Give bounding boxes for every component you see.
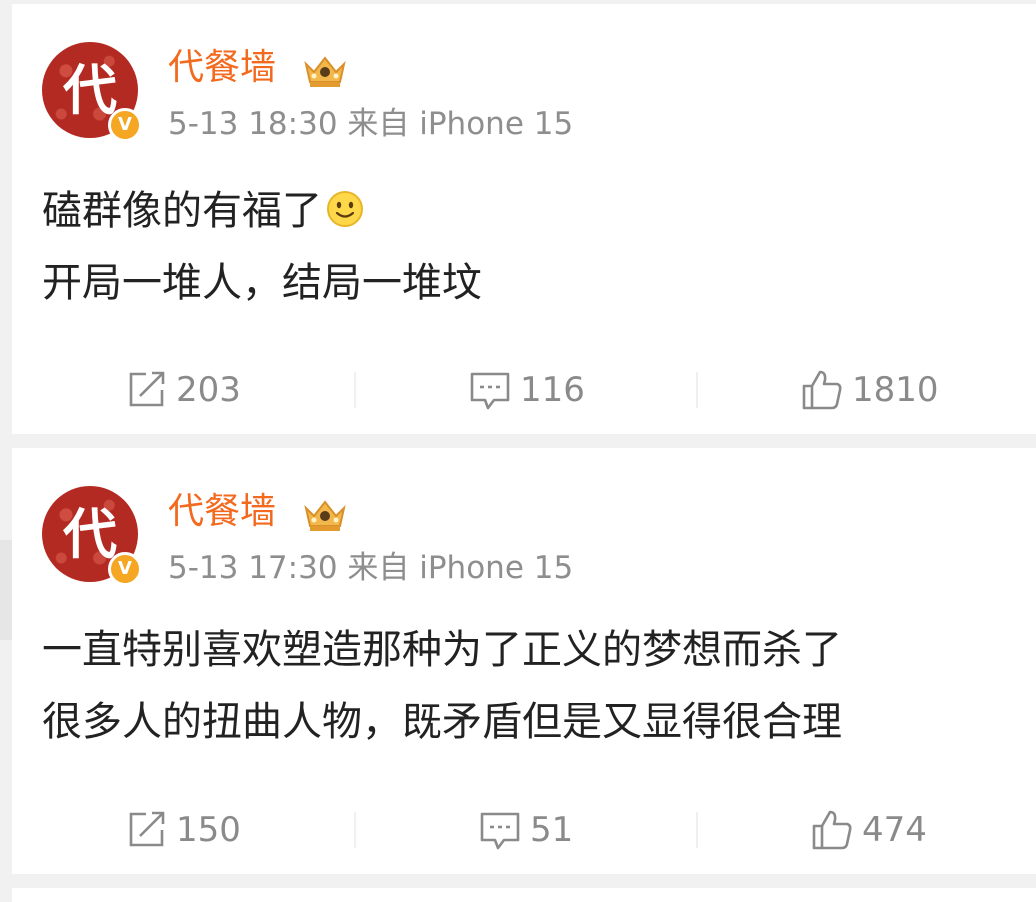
username[interactable]: 代餐墙: [168, 490, 276, 534]
like-button[interactable]: 1810: [800, 360, 939, 420]
post-card[interactable]: 代 V 代餐墙 5-13 18:30 来自 iPhone 15 磕群像的有福了 …: [12, 4, 1036, 434]
repost-icon: [129, 811, 165, 847]
repost-count: 203: [176, 370, 241, 410]
repost-button[interactable]: 203: [124, 360, 241, 420]
verified-badge: V: [108, 108, 142, 142]
divider: [696, 812, 698, 848]
post-content[interactable]: 一直特别喜欢塑造那种为了正义的梦想而杀了 很多人的扭曲人物，既矛盾但是又显得很合…: [42, 614, 1002, 758]
background-edge: [0, 540, 12, 640]
post-meta: 5-13 17:30 来自 iPhone 15: [168, 550, 574, 586]
feed: 代 V 代餐墙 5-13 18:30 来自 iPhone 15 磕群像的有福了 …: [0, 0, 1036, 902]
like-count: 474: [862, 810, 927, 850]
comment-icon: [480, 812, 520, 850]
content-text: 磕群像的有福了: [42, 188, 322, 234]
action-bar: 150 51 474: [12, 800, 1036, 860]
comment-button[interactable]: 51: [478, 800, 573, 860]
repost-button[interactable]: 150: [124, 800, 241, 860]
divider: [354, 812, 356, 848]
comment-icon: [470, 372, 510, 410]
crown-icon[interactable]: [302, 52, 348, 90]
like-count: 1810: [852, 370, 939, 410]
comment-button[interactable]: 116: [468, 360, 585, 420]
action-bar: 203 116 1810: [12, 360, 1036, 420]
comment-count: 116: [520, 370, 585, 410]
content-line: 很多人的扭曲人物，既矛盾但是又显得很合理: [42, 699, 842, 745]
like-button[interactable]: 474: [810, 800, 927, 860]
post-card-next[interactable]: [12, 888, 1036, 902]
smile-emoji-icon: [327, 191, 363, 227]
comment-count: 51: [530, 810, 574, 850]
divider: [354, 372, 356, 408]
avatar[interactable]: 代 V: [42, 42, 148, 148]
crown-icon[interactable]: [302, 496, 348, 534]
repost-icon: [129, 371, 165, 407]
content-line: 一直特别喜欢塑造那种为了正义的梦想而杀了: [42, 627, 842, 673]
post-content[interactable]: 磕群像的有福了 开局一堆人，结局一堆坟: [42, 175, 1002, 319]
avatar[interactable]: 代 V: [42, 486, 148, 592]
content-line: 磕群像的有福了: [42, 175, 1002, 247]
content-line: 开局一堆人，结局一堆坟: [42, 260, 482, 306]
post-meta: 5-13 18:30 来自 iPhone 15: [168, 106, 574, 142]
thumbs-up-icon: [812, 810, 852, 850]
username[interactable]: 代餐墙: [168, 46, 276, 90]
verified-badge: V: [108, 552, 142, 586]
divider: [696, 372, 698, 408]
repost-count: 150: [176, 810, 241, 850]
thumbs-up-icon: [802, 370, 842, 410]
post-card[interactable]: 代 V 代餐墙 5-13 17:30 来自 iPhone 15 一直特别喜欢塑造…: [12, 448, 1036, 874]
